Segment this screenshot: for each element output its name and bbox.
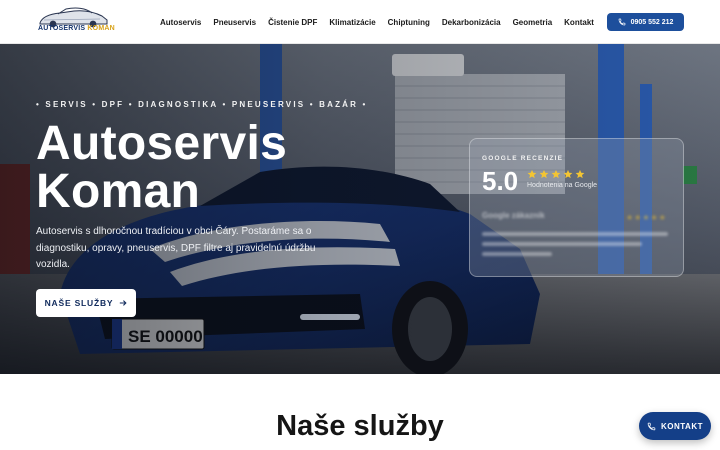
review-preview-line xyxy=(482,232,668,236)
site-header: AUTOSERVIS KOMAN Autoservis Pneuservis Č… xyxy=(0,0,720,44)
our-services-button-label: NAŠE SLUŽBY xyxy=(44,298,114,308)
google-reviews-label: GOOGLE RECENZIE xyxy=(482,155,564,162)
google-reviews-score: 5.0 xyxy=(482,166,519,196)
hero-section: SE 00000 • SERVIS • DPF • DIAGNOSTIKA • … xyxy=(0,44,720,374)
nav-item-geometria[interactable]: Geometria xyxy=(513,18,553,27)
hero-tagline: • SERVIS • DPF • DIAGNOSTIKA • PNEUSERVI… xyxy=(36,100,368,109)
review-preview-stars: ★★★★★ xyxy=(626,213,667,222)
brand-logo[interactable] xyxy=(36,6,110,38)
review-preview-line xyxy=(482,242,642,246)
review-preview-author: Google zákazník xyxy=(482,211,545,220)
google-reviews-stars xyxy=(527,169,585,179)
phone-number: 0905 552 212 xyxy=(630,18,674,26)
hero-title-line-2: Koman xyxy=(36,165,201,218)
arrow-right-icon xyxy=(120,300,127,306)
nav-item-kontakt[interactable]: Kontakt xyxy=(564,18,594,27)
nav-item-dekarbonizacia[interactable]: Dekarbonizácia xyxy=(442,18,501,27)
brand-name-accent: KOMAN xyxy=(87,25,115,32)
nav-item-chiptuning[interactable]: Chiptuning xyxy=(388,18,430,27)
star-icon xyxy=(563,169,573,179)
brand-name: AUTOSERVIS KOMAN xyxy=(38,25,115,32)
star-icon xyxy=(527,169,537,179)
contact-floating-label: KONTAKT xyxy=(660,421,703,431)
google-reviews-subtitle: Hodnotenia na Google xyxy=(527,182,598,189)
contact-floating-button[interactable]: KONTAKT xyxy=(639,412,711,440)
star-icon xyxy=(539,169,549,179)
phone-icon xyxy=(618,18,625,26)
brand-name-main: AUTOSERVIS xyxy=(38,25,86,32)
hero-description: Autoservis s dlhoročnou tradíciou v obci… xyxy=(36,226,316,270)
star-icon xyxy=(551,169,561,179)
nav-item-cistenie-dpf[interactable]: Čistenie DPF xyxy=(268,18,317,27)
nav-item-klimatizacie[interactable]: Klimatizácie xyxy=(329,18,375,27)
star-icon xyxy=(575,169,585,179)
nav-item-autoservis[interactable]: Autoservis xyxy=(160,18,201,27)
hero-title: Autoservis Koman xyxy=(36,120,287,216)
phone-button[interactable]: 0905 552 212 xyxy=(607,13,684,31)
review-preview-blurred: Google zákazník ★★★★★ xyxy=(470,204,683,276)
our-services-button[interactable]: NAŠE SLUŽBY xyxy=(36,289,136,317)
review-preview-line xyxy=(482,252,552,256)
google-reviews-card[interactable]: GOOGLE RECENZIE 5.0 Hodnotenia na Google… xyxy=(469,138,684,277)
services-section-title: Naše služby xyxy=(276,410,444,442)
main-nav: Autoservis Pneuservis Čistenie DPF Klima… xyxy=(160,0,594,44)
hero-title-line-1: Autoservis xyxy=(36,117,288,170)
phone-icon xyxy=(647,422,656,430)
nav-item-pneuservis[interactable]: Pneuservis xyxy=(213,18,256,27)
